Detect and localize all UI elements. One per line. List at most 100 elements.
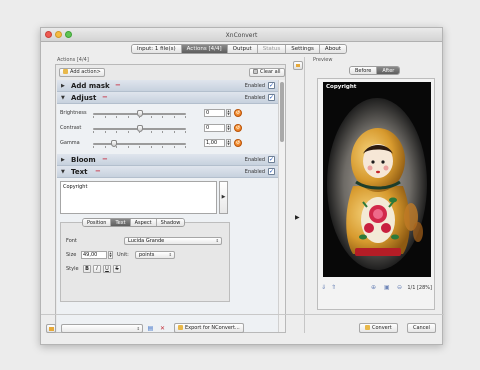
text-content-field[interactable]: Copyright xyxy=(60,181,217,214)
size-label: Size xyxy=(66,252,77,258)
tab-status[interactable]: Status xyxy=(257,45,287,53)
reset-icon[interactable]: ↺ xyxy=(234,124,242,132)
convert-button[interactable]: Convert xyxy=(359,323,398,333)
remove-action-icon[interactable]: − xyxy=(102,155,108,163)
export-nconvert-button[interactable]: Export for NConvert... xyxy=(174,323,244,333)
collapse-triangle-icon[interactable]: ▼ xyxy=(61,95,65,101)
contrast-stepper[interactable]: ▲ ▼ xyxy=(226,124,231,132)
font-label: Font xyxy=(66,238,77,244)
remove-action-icon[interactable]: − xyxy=(115,81,121,89)
gamma-slider[interactable] xyxy=(93,140,186,147)
before-button[interactable]: Before xyxy=(350,67,378,74)
enabled-label: Enabled xyxy=(244,157,265,163)
image-counter: 1/1 [28%] xyxy=(407,285,432,291)
underline-button[interactable]: U xyxy=(103,265,111,273)
insert-variable-button[interactable]: ▶ xyxy=(219,181,228,214)
folder-icon[interactable] xyxy=(293,61,303,70)
expand-triangle-icon[interactable]: ▶ xyxy=(61,157,65,163)
strikethrough-button[interactable]: S xyxy=(113,265,121,273)
fit-to-window-icon[interactable]: ▣ xyxy=(384,284,390,291)
tab-settings[interactable]: Settings xyxy=(286,45,320,53)
xnconvert-window: XnConvert Input: 1 file(s) Actions [4/4]… xyxy=(40,27,444,345)
gamma-value-field[interactable]: 1,00 xyxy=(204,139,225,147)
action-add-mask-header[interactable]: ▶ Add mask − Enabled ✓ xyxy=(57,80,278,92)
reset-icon[interactable]: ↺ xyxy=(234,109,242,117)
scrollbar-thumb[interactable] xyxy=(280,82,284,142)
splitter: ▶ xyxy=(290,57,306,333)
italic-button[interactable]: I xyxy=(93,265,101,273)
bold-button[interactable]: B xyxy=(83,265,91,273)
delete-preset-icon[interactable]: ✕ xyxy=(158,324,167,333)
add-action-icon xyxy=(63,69,68,74)
brightness-stepper[interactable]: ▲ ▼ xyxy=(226,109,231,117)
enabled-checkbox[interactable]: ✓ xyxy=(268,156,275,163)
font-value: Lucida Grande xyxy=(128,238,165,244)
save-preset-icon[interactable]: ▤ xyxy=(146,324,155,333)
bottom-bar: ⇕ ▤ ✕ Export for NConvert... Convert Can… xyxy=(41,314,444,344)
gamma-row: Gamma 1,00 ▲ ▼ ↺ xyxy=(57,138,277,149)
window-title: XnConvert xyxy=(225,32,258,39)
gamma-label: Gamma xyxy=(60,140,80,146)
arrow-down-icon[interactable]: ⇓ xyxy=(321,284,326,291)
size-value-field[interactable]: 49,00 xyxy=(81,251,107,259)
size-stepper[interactable]: ▲ ▼ xyxy=(108,251,113,259)
tab-actions[interactable]: Actions [4/4] xyxy=(181,45,228,53)
actions-box: Add action> Clear all ▶ Add mask − Enabl… xyxy=(55,64,286,333)
preview-panel: Preview Before After Copyright ⇓ ⇑ ⊕ ▣ ⊖… xyxy=(311,57,437,333)
add-action-button[interactable]: Add action> xyxy=(59,68,105,77)
brightness-slider[interactable] xyxy=(93,110,186,117)
remove-action-icon[interactable]: − xyxy=(102,93,108,101)
expand-triangle-icon[interactable]: ▶ xyxy=(61,83,65,89)
contrast-value-field[interactable]: 0 xyxy=(204,124,225,132)
arrow-up-icon[interactable]: ⇑ xyxy=(331,284,336,291)
actions-toolbar: Add action> Clear all xyxy=(56,65,285,80)
collapse-triangle-icon[interactable]: ▼ xyxy=(61,169,65,175)
enabled-label: Enabled xyxy=(244,169,265,175)
splitter-line[interactable] xyxy=(304,57,305,333)
clear-all-button[interactable]: Clear all xyxy=(249,68,285,77)
zoom-out-icon[interactable]: ⊖ xyxy=(397,284,402,291)
folder-icon[interactable] xyxy=(46,324,56,333)
convert-icon xyxy=(365,325,370,330)
tab-input[interactable]: Input: 1 file(s) xyxy=(132,45,182,53)
reset-icon[interactable]: ↺ xyxy=(234,139,242,147)
font-select[interactable]: Lucida Grande ⇕ xyxy=(124,237,222,245)
enabled-checkbox[interactable]: ✓ xyxy=(268,168,275,175)
action-name: Bloom xyxy=(71,156,96,164)
toggle-preview-arrow-icon[interactable]: ▶ xyxy=(295,214,300,221)
subtab-aspect[interactable]: Aspect xyxy=(130,219,157,226)
tab-output[interactable]: Output xyxy=(227,45,258,53)
enabled-checkbox[interactable]: ✓ xyxy=(268,82,275,89)
action-name: Adjust xyxy=(71,94,97,102)
preview-toolbar: ⇓ ⇑ ⊕ ▣ ⊖ 1/1 [28%] xyxy=(318,284,436,294)
unit-label: Unit: xyxy=(117,252,129,258)
enabled-checkbox[interactable]: ✓ xyxy=(268,94,275,101)
chevron-updown-icon: ⇕ xyxy=(215,238,219,243)
preview-image[interactable]: Copyright xyxy=(323,82,431,277)
action-adjust-header[interactable]: ▼ Adjust − Enabled ✓ xyxy=(57,92,278,104)
subtab-text[interactable]: Text xyxy=(111,219,131,226)
slider-ticks xyxy=(93,116,186,118)
preview-frame: Copyright ⇓ ⇑ ⊕ ▣ ⊖ 1/1 [28%] xyxy=(317,78,435,310)
subtab-position[interactable]: Position xyxy=(83,219,112,226)
cancel-button[interactable]: Cancel xyxy=(407,323,436,333)
tab-about[interactable]: About xyxy=(319,45,347,53)
action-text-header[interactable]: ▼ Text − Enabled ✓ xyxy=(57,166,278,178)
action-name: Text xyxy=(71,168,88,176)
titlebar: XnConvert xyxy=(41,28,442,42)
after-button[interactable]: After xyxy=(377,67,400,74)
action-bloom-header[interactable]: ▶ Bloom − Enabled ✓ xyxy=(57,154,278,166)
actions-scrollbar[interactable] xyxy=(278,80,285,332)
remove-action-icon[interactable]: − xyxy=(95,167,101,175)
brightness-row: Brightness 0 ▲ ▼ ↺ xyxy=(57,108,277,119)
subtab-shadow[interactable]: Shadow xyxy=(156,219,185,226)
enabled-label: Enabled xyxy=(244,83,265,89)
contrast-slider[interactable] xyxy=(93,125,186,132)
preset-select[interactable]: ⇕ xyxy=(61,324,143,333)
convert-label: Convert xyxy=(372,325,392,331)
unit-select[interactable]: points ⇕ xyxy=(135,251,175,259)
brightness-value-field[interactable]: 0 xyxy=(204,109,225,117)
zoom-in-icon[interactable]: ⊕ xyxy=(371,284,376,291)
gamma-stepper[interactable]: ▲ ▼ xyxy=(226,139,231,147)
export-icon xyxy=(178,325,183,330)
